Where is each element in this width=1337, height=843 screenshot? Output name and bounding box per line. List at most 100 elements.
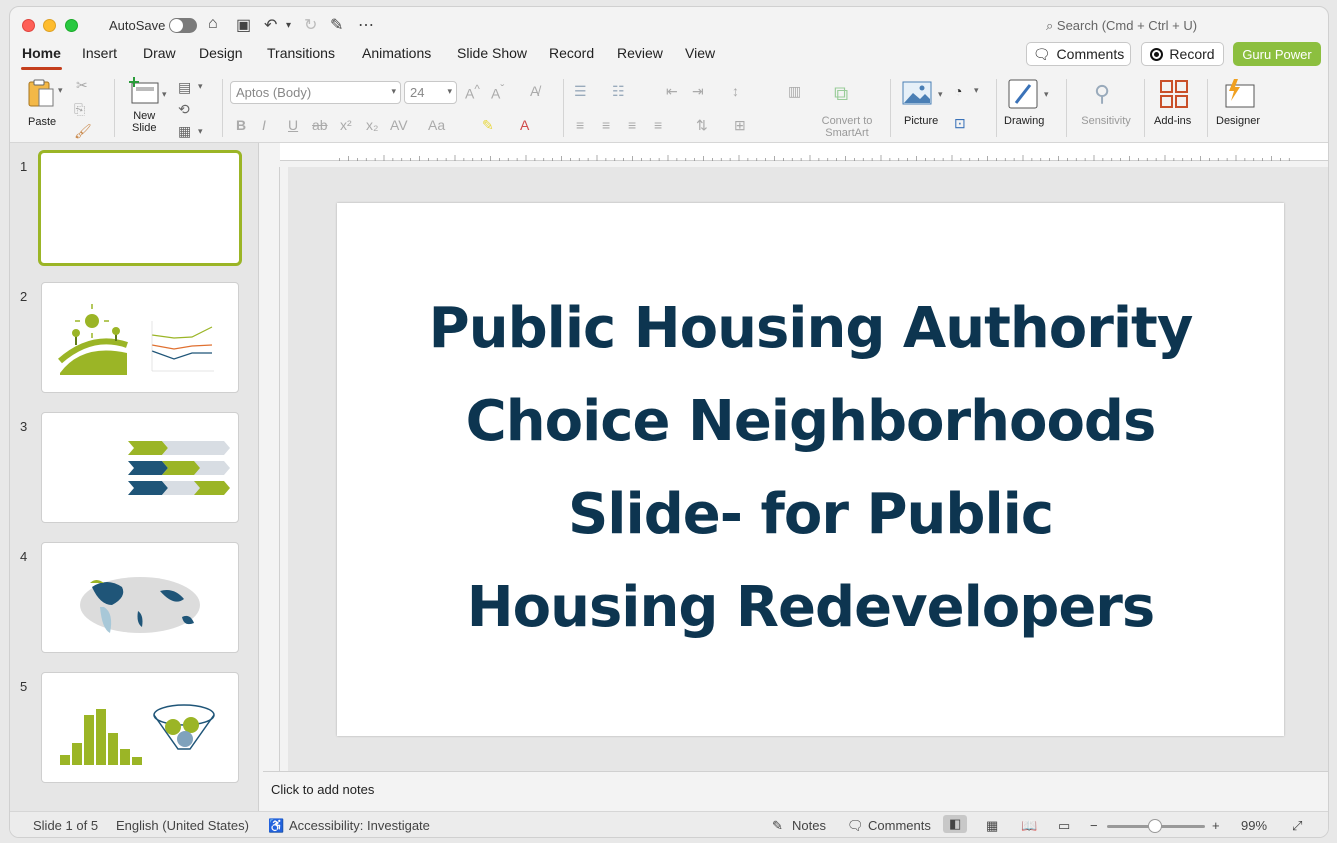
- underline-icon[interactable]: U: [288, 117, 298, 133]
- redo-icon[interactable]: ↻: [304, 15, 317, 35]
- character-spacing-icon[interactable]: AV: [390, 117, 408, 133]
- tab-draw[interactable]: Draw: [142, 45, 177, 61]
- decrease-indent-icon[interactable]: ⇤: [666, 83, 678, 100]
- tab-transitions[interactable]: Transitions: [266, 45, 336, 61]
- record-button[interactable]: Record: [1141, 42, 1224, 66]
- accessibility-status[interactable]: Accessibility: Investigate: [289, 818, 430, 833]
- section-dropdown-icon[interactable]: ▾: [198, 126, 203, 137]
- accessibility-icon[interactable]: ♿: [268, 818, 284, 834]
- reading-view-icon[interactable]: 📖: [1021, 818, 1037, 834]
- shapes-icon[interactable]: ◔: [954, 83, 962, 99]
- zoom-slider-handle[interactable]: [1148, 819, 1162, 833]
- new-slide-dropdown-icon[interactable]: ▾: [162, 89, 167, 100]
- convert-smartart-label: Convert to SmartArt: [821, 115, 873, 139]
- tab-design[interactable]: Design: [198, 45, 244, 61]
- slide-thumbnail-4[interactable]: [41, 542, 239, 653]
- undo-icon[interactable]: ↶: [264, 15, 277, 35]
- convert-to-smartart-button[interactable]: ⧉ Convert to SmartArt: [816, 83, 878, 141]
- font-name-select[interactable]: Aptos (Body) ▾: [230, 81, 401, 104]
- italic-icon[interactable]: I: [262, 117, 266, 133]
- slide-thumbnail-5[interactable]: [41, 672, 239, 783]
- tab-animations[interactable]: Animations: [361, 45, 432, 61]
- tab-insert[interactable]: Insert: [81, 45, 118, 61]
- layout-dropdown-icon[interactable]: ▾: [198, 81, 203, 92]
- section-icon[interactable]: ▦: [178, 123, 191, 140]
- undo-dropdown-icon[interactable]: ▾: [286, 20, 291, 31]
- numbering-icon[interactable]: ☷: [612, 83, 625, 100]
- paste-dropdown-icon[interactable]: ▾: [58, 85, 63, 96]
- reset-slide-icon[interactable]: ⟲: [178, 101, 190, 118]
- thumb-number-5: 5: [20, 679, 28, 694]
- change-case-icon[interactable]: Aa: [428, 117, 445, 133]
- align-right-icon[interactable]: ≡: [628, 117, 636, 133]
- normal-view-icon[interactable]: ◧: [943, 815, 968, 833]
- increase-font-size-icon[interactable]: A^: [465, 83, 480, 102]
- slide-thumbnail-2[interactable]: [41, 282, 239, 393]
- text-direction-icon[interactable]: ⇅: [696, 117, 708, 134]
- picture-dropdown-icon[interactable]: ▾: [938, 89, 943, 100]
- justify-icon[interactable]: ≡: [654, 117, 662, 133]
- comments-toggle[interactable]: Comments: [868, 818, 931, 833]
- presenter-view-icon[interactable]: ▭: [1058, 818, 1070, 834]
- tab-slide-show[interactable]: Slide Show: [456, 45, 528, 61]
- search-field[interactable]: ⌕ Search (Cmd + Ctrl + U): [1046, 18, 1197, 34]
- superscript-icon[interactable]: x²: [340, 117, 352, 133]
- tab-review[interactable]: Review: [616, 45, 664, 61]
- sensitivity-button[interactable]: ⚲ Sensitivity: [1074, 79, 1138, 137]
- fit-to-window-icon[interactable]: ⤢: [1292, 818, 1302, 834]
- cut-icon[interactable]: ✂: [76, 77, 88, 94]
- guru-power-button[interactable]: Guru Power: [1233, 42, 1321, 66]
- columns-icon[interactable]: ▥: [788, 83, 801, 100]
- home-icon[interactable]: ⌂: [208, 15, 218, 33]
- minimize-window-button[interactable]: [43, 19, 56, 32]
- new-slide-button[interactable]: New Slide: [124, 77, 170, 137]
- align-text-icon[interactable]: ⊞: [734, 117, 746, 134]
- font-size-select[interactable]: 24 ▾: [404, 81, 457, 104]
- clear-formatting-icon[interactable]: A̸: [530, 83, 539, 99]
- save-icon[interactable]: ▣: [236, 15, 251, 35]
- subscript-icon[interactable]: x₂: [366, 117, 378, 133]
- bullets-icon[interactable]: ☰: [574, 83, 587, 100]
- current-slide[interactable]: Public Housing Authority Choice Neighbor…: [337, 203, 1284, 736]
- comment-icon[interactable]: 🗨: [847, 818, 864, 834]
- zoom-level[interactable]: 99%: [1241, 818, 1267, 833]
- decrease-font-size-icon[interactable]: Aˇ: [491, 83, 504, 102]
- tab-record[interactable]: Record: [548, 45, 595, 61]
- tab-view[interactable]: View: [684, 45, 716, 61]
- autosave-toggle[interactable]: [169, 18, 197, 33]
- copy-icon[interactable]: ⎘: [74, 101, 85, 118]
- bold-icon[interactable]: B: [236, 117, 246, 133]
- drawing-button[interactable]: Drawing: [1004, 79, 1054, 137]
- add-ins-button[interactable]: Add-ins: [1150, 79, 1198, 137]
- layout-icon[interactable]: ▤: [178, 79, 191, 96]
- zoom-out-icon[interactable]: −: [1090, 818, 1098, 833]
- zoom-in-icon[interactable]: +: [1212, 818, 1220, 833]
- tab-home[interactable]: Home: [21, 45, 62, 70]
- language-indicator[interactable]: English (United States): [116, 818, 249, 833]
- line-spacing-icon[interactable]: ↕: [732, 83, 739, 99]
- align-center-icon[interactable]: ≡: [602, 117, 610, 133]
- slide-thumbnail-1[interactable]: [38, 150, 242, 266]
- notes-icon[interactable]: ✎: [772, 818, 783, 834]
- text-box-icon[interactable]: ⊡: [954, 115, 966, 132]
- close-window-button[interactable]: [22, 19, 35, 32]
- more-options-icon[interactable]: ⋯: [358, 15, 374, 35]
- format-painter-icon[interactable]: 🖌: [74, 123, 92, 140]
- customize-toolbar-icon[interactable]: ✎: [330, 15, 343, 35]
- designer-button[interactable]: Designer: [1214, 79, 1270, 137]
- increase-indent-icon[interactable]: ⇥: [692, 83, 704, 100]
- align-left-icon[interactable]: ≡: [576, 117, 584, 133]
- slide-thumbnail-3[interactable]: [41, 412, 239, 523]
- shapes-dropdown-icon[interactable]: ▾: [974, 85, 979, 96]
- drawing-dropdown-icon[interactable]: ▾: [1044, 89, 1049, 100]
- comments-button[interactable]: 🗨 Comments: [1026, 42, 1131, 66]
- maximize-window-button[interactable]: [65, 19, 78, 32]
- font-color-icon[interactable]: A: [520, 117, 529, 133]
- highlight-icon[interactable]: ✎: [482, 117, 494, 134]
- notes-toggle[interactable]: Notes: [792, 818, 826, 833]
- slide-title-textbox[interactable]: Public Housing Authority Choice Neighbor…: [371, 282, 1251, 654]
- notes-pane[interactable]: Click to add notes: [263, 771, 1328, 811]
- strikethrough-icon[interactable]: ab: [312, 117, 328, 133]
- slide-sorter-icon[interactable]: ▦: [986, 818, 998, 834]
- picture-button[interactable]: Picture: [898, 79, 946, 137]
